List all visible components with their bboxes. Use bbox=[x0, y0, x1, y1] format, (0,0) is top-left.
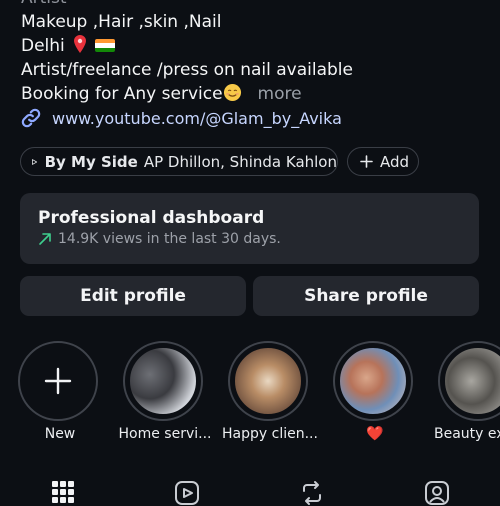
reels-icon[interactable] bbox=[174, 480, 200, 506]
dashboard-title: Professional dashboard bbox=[38, 208, 265, 228]
add-label: Add bbox=[380, 152, 410, 171]
grid-icon[interactable] bbox=[51, 480, 75, 504]
bio: Artist Makeup ,Hair ,skin ,Nail Delhi Ar… bbox=[21, 0, 353, 106]
india-flag-icon bbox=[94, 39, 115, 52]
profile-tabs bbox=[0, 476, 500, 506]
highlight-thumbnail bbox=[233, 346, 303, 416]
song-artists: AP Dhillon, Shinda Kahlon bbox=[143, 152, 337, 171]
trend-arrow-icon bbox=[39, 233, 51, 245]
tagged-icon[interactable] bbox=[424, 480, 450, 506]
share-profile-button[interactable]: Share profile bbox=[253, 276, 479, 316]
highlight-thumbnail bbox=[338, 346, 408, 416]
dashboard-stats: 14.9K views in the last 30 days. bbox=[38, 231, 461, 247]
song-title: By My Side bbox=[44, 152, 138, 171]
bio-location-text: Delhi bbox=[21, 36, 65, 56]
pin-icon bbox=[73, 35, 86, 53]
bio-line-freelance: Artist/freelance /press on nail availabl… bbox=[21, 60, 353, 80]
bio-line-booking: Booking for Any service more bbox=[21, 82, 353, 106]
add-button[interactable]: Add bbox=[347, 147, 419, 176]
link-icon bbox=[21, 108, 41, 128]
profile-link[interactable]: www.youtube.com/@Glam_by_Avika bbox=[20, 107, 342, 129]
music-pill[interactable]: By My Side AP Dhillon, Shinda Kahlon bbox=[20, 147, 338, 176]
bio-category: Artist bbox=[21, 0, 353, 10]
bio-more-link[interactable]: more bbox=[258, 84, 302, 104]
bio-booking-text: Booking for Any service bbox=[21, 84, 223, 104]
reposts-icon[interactable] bbox=[299, 480, 325, 506]
smiling-face-icon bbox=[223, 83, 241, 102]
dashboard-subtitle: 14.9K views in the last 30 days. bbox=[58, 231, 281, 247]
highlight-label: ❤️ bbox=[366, 426, 384, 442]
bio-line-location: Delhi bbox=[21, 34, 353, 58]
play-icon bbox=[32, 158, 38, 165]
professional-dashboard[interactable]: Professional dashboard 14.9K views in th… bbox=[20, 193, 479, 264]
profile-link-text: www.youtube.com/@Glam_by_Avika bbox=[52, 108, 342, 128]
highlight-label: Beauty ex bbox=[434, 426, 500, 442]
highlight-thumbnail bbox=[128, 346, 198, 416]
bio-line-services: Makeup ,Hair ,skin ,Nail bbox=[21, 12, 222, 32]
plus-icon bbox=[44, 367, 72, 395]
edit-profile-button[interactable]: Edit profile bbox=[20, 276, 246, 316]
plus-icon bbox=[360, 155, 373, 168]
